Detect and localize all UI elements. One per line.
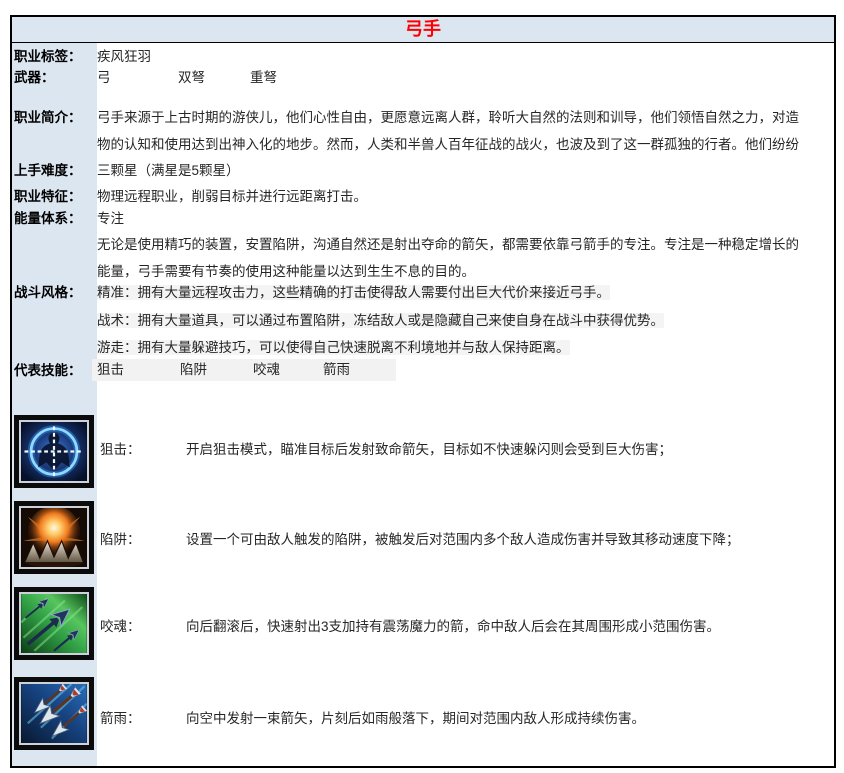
skill-name-strip: 狙击陷阱咬魂箭雨 — [92, 359, 396, 381]
arrow-rain-icon — [14, 677, 94, 750]
archer-class-table: 弓手 职业标签： 疾风狂羽 武器： 弓双弩重弩 职业简介： 弓手来源于上古时期的… — [10, 15, 836, 768]
style-line: 游走：拥有大量躲避技巧，可以使得自己快速脱离不利境地并与敌人保持距离。 — [97, 334, 570, 361]
class-table-body: 职业标签： 疾风狂羽 武器： 弓双弩重弩 职业简介： 弓手来源于上古时期的游侠儿… — [12, 43, 834, 766]
skill-name-item: 陷阱 — [180, 359, 253, 381]
skill-name-item: 狙击 — [97, 359, 180, 381]
skill-row-name: 咬魂： — [100, 613, 141, 640]
weapon-item: 双弩 — [178, 64, 250, 91]
skill-row-desc: 开启狙击模式，瞄准目标后发射致命箭矢，目标如不快速躲闪则会受到巨大伤害； — [186, 436, 672, 463]
difficulty-value: 三颗星（满星是5颗星） — [97, 157, 240, 184]
skill-name-item: 箭雨 — [323, 359, 350, 381]
weapon-item: 弓 — [97, 64, 178, 91]
intro-label: 职业简介： — [14, 104, 96, 131]
skill-row-desc: 向空中发射一束箭矢，片刻后如雨般落下，期间对范围内敌人形成持续伤害。 — [186, 705, 645, 732]
page-title: 弓手 — [12, 17, 834, 43]
skill-row-desc: 向后翻滚后，快速射出3支加持有震荡魔力的箭，命中敌人后会在其周围形成小范围伤害。 — [186, 613, 720, 640]
weapon-list: 弓双弩重弩 — [97, 64, 277, 91]
difficulty-label: 上手难度： — [14, 157, 96, 184]
skill-name-item: 咬魂 — [253, 359, 323, 381]
style-label: 战斗风格： — [14, 279, 96, 306]
page: { "title": "弓手", "colors": { "header_bg"… — [0, 0, 844, 773]
energy-description: 无论是使用精巧的装置，安置陷阱，沟通自然还是射出夺命的箭矢，都需要依靠弓箭手的专… — [97, 231, 811, 285]
style-line: 精准：拥有大量远程攻击力，这些精确的打击使得敌人需要付出巨大代价来接近弓手。 — [97, 279, 610, 306]
skills-label: 代表技能： — [14, 357, 96, 384]
weapon-label: 武器： — [14, 64, 96, 91]
intro-text: 弓手来源于上古时期的游侠儿，他们心性自由，更愿意远离人群，聆听大自然的法则和训导… — [97, 104, 811, 158]
weapon-item: 重弩 — [250, 64, 277, 91]
style-line: 战术：拥有大量道具，可以通过布置陷阱，冻结敌人或是隐藏自己来使自身在战斗中获得优… — [97, 307, 664, 334]
style-precision: 精准：拥有大量远程攻击力，这些精确的打击使得敌人需要付出巨大代价来接近弓手。 — [97, 285, 610, 300]
skill-row-name: 狙击： — [100, 436, 141, 463]
fire-trap-icon — [14, 501, 94, 574]
style-roaming: 游走：拥有大量躲避技巧，可以使得自己快速脱离不利境地并与敌人保持距离。 — [97, 340, 570, 355]
trait-value: 物理远程职业，削弱目标并进行远距离打击。 — [97, 183, 367, 210]
skill-row-name: 陷阱： — [100, 526, 141, 553]
skill-row-name: 箭雨： — [100, 705, 141, 732]
energy-value: 专注 — [97, 205, 124, 232]
energy-label: 能量体系： — [14, 205, 96, 232]
skill-row-desc: 设置一个可由敌人触发的陷阱，被触发后对范围内多个敌人造成伤害并导致其移动速度下降… — [186, 526, 740, 553]
style-tactics: 战术：拥有大量道具，可以通过布置陷阱，冻结敌人或是隐藏自己来使自身在战斗中获得优… — [97, 313, 664, 328]
triple-arrows-icon — [14, 587, 94, 660]
snipe-crosshair-icon — [14, 415, 94, 488]
